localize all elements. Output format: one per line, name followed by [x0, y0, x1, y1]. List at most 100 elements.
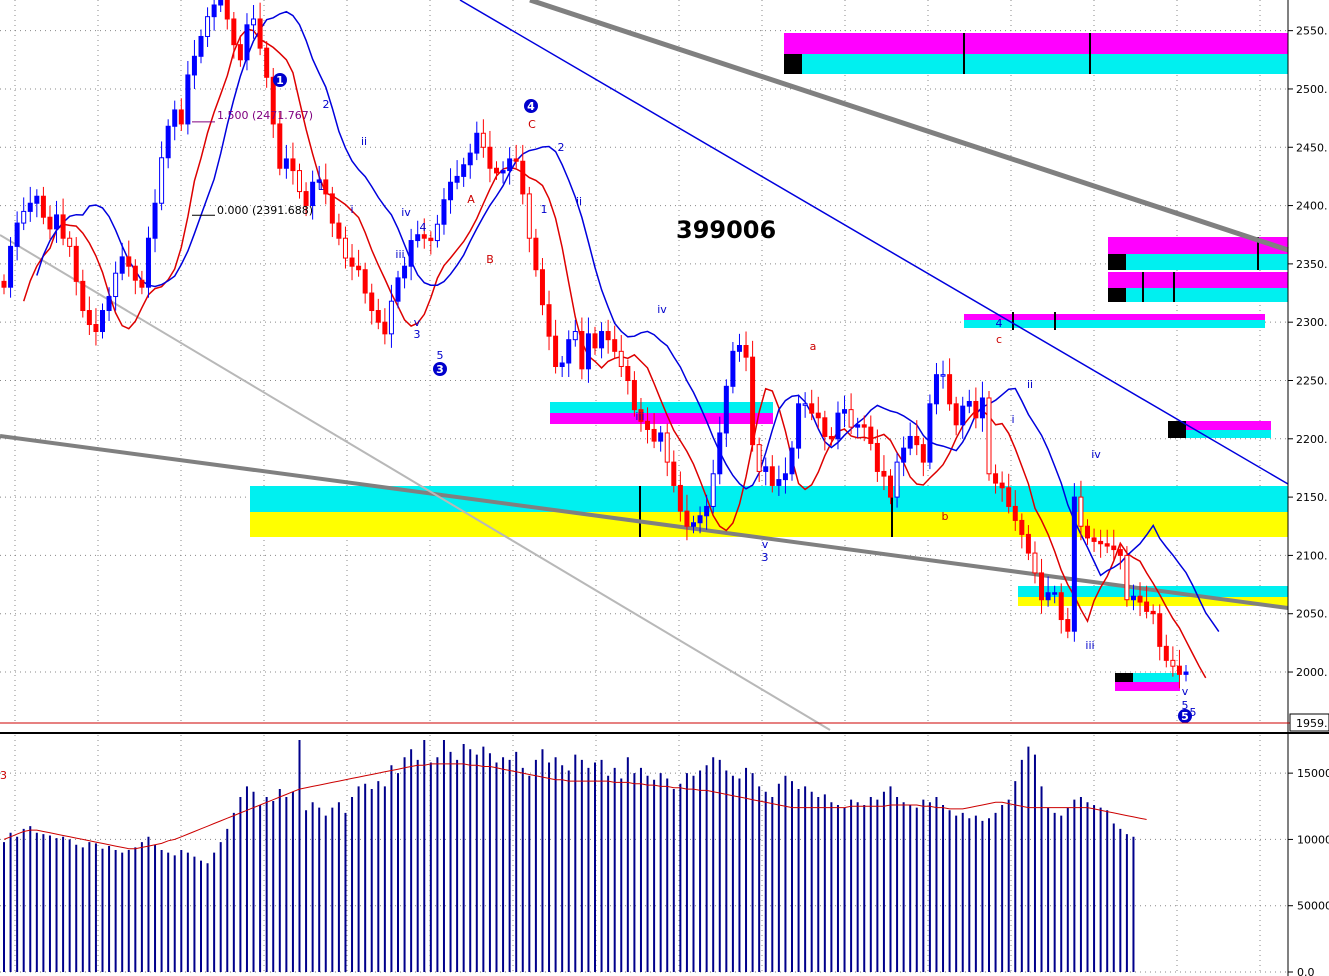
candle-body — [329, 193, 335, 224]
zone-cyan — [1108, 288, 1288, 302]
candle-body — [461, 164, 467, 177]
wave-labels: 121iiiiiiiv4v353AB4C21iiiviiiv3abc4iiiiv… — [273, 73, 1197, 723]
candle-body — [999, 482, 1005, 489]
volume-left-label: 3 — [0, 769, 7, 782]
wave-label: 3 — [762, 551, 769, 564]
candle-body — [907, 435, 913, 449]
wave-label: a — [810, 340, 817, 353]
candle-body — [533, 237, 539, 271]
candle-body — [1098, 540, 1104, 545]
candle-body — [835, 412, 841, 440]
zone-marker — [1115, 673, 1133, 682]
price-tick-label: 2300. — [1296, 316, 1328, 329]
candle-body — [979, 397, 985, 419]
candle-body — [1137, 595, 1143, 603]
candle-body — [815, 412, 821, 419]
price-tick-label: 2250. — [1296, 374, 1328, 387]
candle-body — [218, 0, 224, 6]
candle-body — [933, 374, 939, 405]
candle-body — [881, 470, 887, 477]
candle-body — [113, 272, 119, 298]
candle-body — [769, 466, 775, 486]
price-tick-label: 2350. — [1296, 258, 1328, 271]
candle-body — [362, 269, 368, 294]
candle-body — [474, 132, 480, 154]
wave-label: iii — [395, 248, 404, 261]
candle-body — [796, 403, 802, 449]
candle-body — [507, 158, 513, 172]
zone-marker — [1108, 288, 1126, 302]
candle-body — [467, 152, 473, 166]
candle-body — [914, 435, 920, 446]
candle-body — [1, 280, 7, 288]
candle-body — [743, 345, 749, 358]
candle-body — [1091, 537, 1097, 542]
candle-body — [559, 362, 565, 367]
candle-body — [336, 222, 342, 239]
candle-body — [710, 473, 716, 507]
candle-body — [1144, 601, 1150, 612]
candle-body — [500, 170, 506, 174]
candle-body — [441, 199, 447, 225]
candle-body — [618, 350, 624, 367]
candle-body — [993, 473, 999, 484]
candle-body — [901, 447, 907, 463]
wave-label: ii — [576, 195, 582, 208]
candle-body — [8, 245, 14, 288]
candle-body — [40, 195, 46, 218]
wave-label: 2 — [558, 141, 565, 154]
candle-body — [855, 424, 861, 428]
wave-label: iv — [1091, 448, 1101, 461]
candle-body — [684, 510, 690, 527]
candle-body — [704, 505, 710, 517]
candle-body — [953, 403, 959, 426]
wave-label: 3 — [436, 363, 444, 376]
zone-magenta — [964, 314, 1265, 320]
candle-body — [579, 331, 585, 370]
candle-body — [888, 475, 893, 498]
candle-body — [539, 269, 545, 306]
zone-magenta — [550, 413, 773, 424]
candle-body — [526, 193, 532, 239]
candle-body — [454, 175, 460, 183]
candle-body — [947, 374, 953, 405]
candle-body — [283, 158, 289, 169]
candle-body — [730, 350, 736, 387]
candle-body — [244, 24, 250, 61]
wave-label: iv — [657, 303, 667, 316]
price-tick-label: 2150. — [1296, 491, 1328, 504]
candle-body — [106, 296, 112, 312]
candle-body — [1163, 645, 1169, 661]
candle-body — [375, 310, 381, 323]
candle-body — [1052, 592, 1058, 595]
candle-body — [1065, 619, 1071, 632]
candle-body — [494, 167, 499, 174]
candle-body — [1124, 554, 1130, 601]
candle-body — [132, 265, 138, 281]
zone-magenta — [1108, 272, 1288, 288]
volume-panel — [3, 740, 1147, 972]
price-tick-label: 2000. — [1296, 666, 1328, 679]
last-value-label: 1959. — [1296, 717, 1328, 730]
candle-body — [520, 160, 526, 195]
zone-cyan — [1108, 254, 1288, 270]
candle-body — [802, 403, 808, 406]
candle-body — [310, 181, 316, 207]
candle-body — [822, 417, 828, 437]
candle-body — [605, 331, 611, 341]
candle-body — [1183, 671, 1189, 675]
candle-body — [894, 461, 900, 498]
candle-body — [717, 432, 723, 475]
candle-body — [828, 435, 834, 440]
wave-label: 1 — [276, 74, 284, 87]
price-tick-label: 2450. — [1296, 141, 1328, 154]
candle-body — [349, 257, 355, 267]
stock-chart[interactable]: 1.500 (2471.767) 0.000 (2391.688) 121iii… — [0, 0, 1329, 976]
candle-body — [1111, 545, 1117, 551]
candle-body — [723, 385, 729, 434]
wave-label: iii — [635, 410, 644, 423]
candle-body — [145, 237, 151, 288]
candle-body — [874, 442, 880, 472]
candle-body — [277, 123, 283, 169]
candle-body — [1176, 665, 1182, 675]
